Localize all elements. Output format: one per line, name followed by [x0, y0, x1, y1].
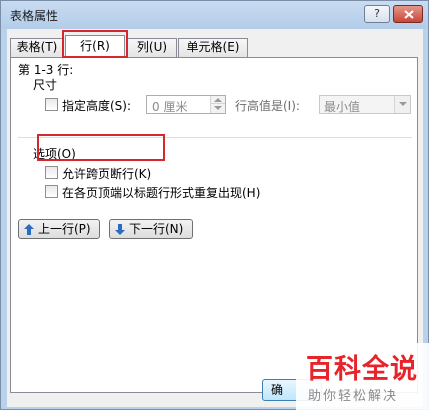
height-value: 0 厘米 — [152, 100, 188, 114]
title-bar[interactable]: 表格属性 ? — [1, 1, 428, 29]
size-group-label: 尺寸 — [33, 78, 58, 92]
row-height-mode-value: 最小值 — [324, 100, 361, 114]
watermark-main-text: 百科全说 — [306, 354, 418, 385]
options-group-label: 选项(O) — [33, 147, 76, 161]
allow-break-checkbox[interactable] — [45, 166, 58, 179]
watermark: 百科全说 助你轻松解决 — [296, 343, 429, 410]
watermark-sub-text: 助你轻松解决 — [308, 389, 399, 404]
chevron-down-icon[interactable] — [394, 96, 410, 113]
divider — [18, 137, 412, 138]
allow-break-label[interactable]: 允许跨页断行(K) — [62, 165, 151, 182]
spin-down-icon[interactable] — [211, 104, 225, 112]
row-height-mode-select[interactable]: 最小值 — [319, 95, 411, 114]
tab-cell[interactable]: 单元格(E) — [178, 38, 248, 57]
close-button[interactable] — [393, 5, 423, 23]
arrow-up-icon — [24, 224, 34, 235]
row-height-is-label: 行高值是(I): — [235, 99, 300, 113]
repeat-header-label[interactable]: 在各页顶端以标题行形式重复出现(H) — [62, 184, 260, 201]
specify-height-checkbox[interactable] — [45, 98, 58, 111]
close-icon — [404, 10, 414, 19]
height-spinner[interactable]: 0 厘米 — [146, 95, 226, 114]
tab-row[interactable]: 行(R) — [65, 35, 125, 58]
prev-row-button[interactable]: 上一行(P) — [18, 219, 100, 239]
height-spin-arrows[interactable] — [210, 96, 225, 113]
next-row-label: 下一行(N) — [129, 222, 184, 236]
tab-table[interactable]: 表格(T) — [10, 38, 64, 57]
next-row-button[interactable]: 下一行(N) — [109, 219, 193, 239]
specify-height-label[interactable]: 指定高度(S): — [62, 97, 131, 114]
arrow-down-icon — [115, 224, 125, 235]
tab-column[interactable]: 列(U) — [127, 38, 177, 57]
help-button[interactable]: ? — [364, 5, 390, 23]
spin-up-icon[interactable] — [211, 96, 225, 104]
dialog-title: 表格属性 — [10, 9, 59, 23]
prev-row-label: 上一行(P) — [38, 222, 91, 236]
repeat-header-checkbox[interactable] — [45, 185, 58, 198]
